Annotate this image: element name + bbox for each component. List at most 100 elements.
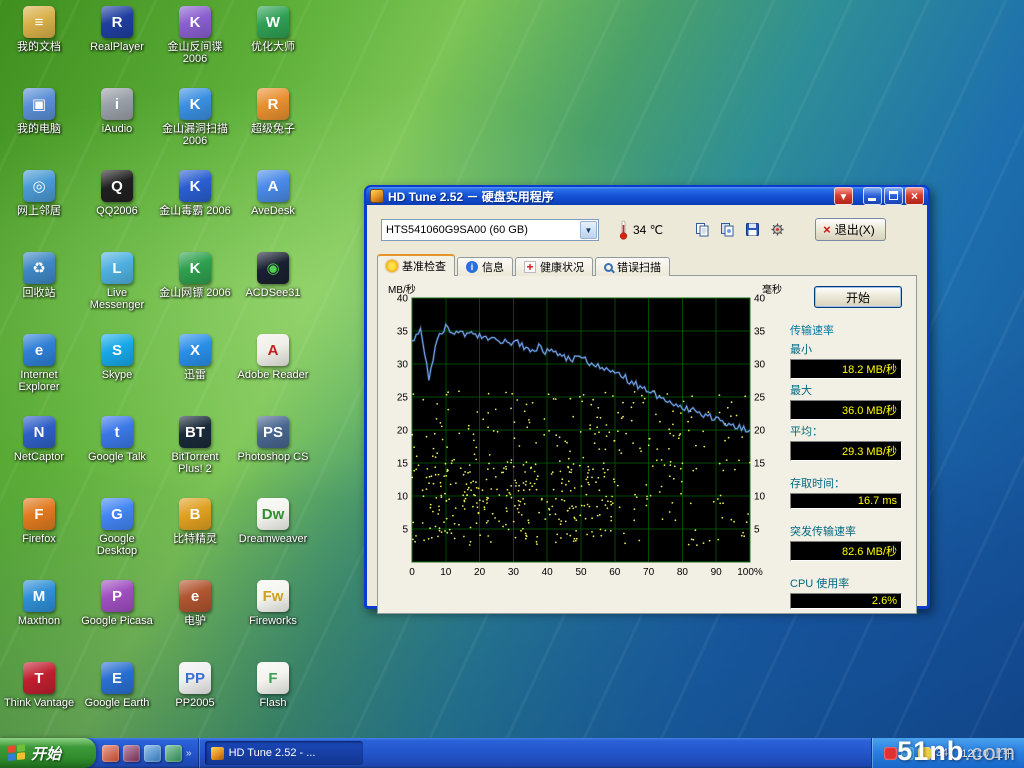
start-menu-button[interactable]: 开始 [0, 738, 96, 768]
quicklaunch-1-icon[interactable] [102, 745, 119, 762]
realplayer-icon: R [101, 6, 133, 38]
desktop-icon-fireworks[interactable]: FwFireworks [236, 580, 310, 627]
taskbar-task-hdtune[interactable]: HD Tune 2.52 - ... [205, 741, 363, 765]
drive-select[interactable]: HTS541060G9SA00 (60 GB) ▼ [381, 219, 599, 241]
desktop-icon-qq2006[interactable]: QQQ2006 [80, 170, 154, 217]
desktop-icon-google-talk[interactable]: t Google Talk [80, 416, 154, 463]
desktop-icon-firefox[interactable]: FFirefox [2, 498, 76, 545]
desktop-icon-avedesk[interactable]: AAveDesk [236, 170, 310, 217]
desktop-icon-youhua-dashi[interactable]: W优化大师 [236, 6, 310, 53]
svg-text:0: 0 [409, 567, 415, 578]
desktop-icon-bittorrent-plus[interactable]: BTBitTorrent Plus! 2 [158, 416, 232, 475]
tray-icon-1[interactable] [884, 747, 897, 760]
desktop-icon-pp2005[interactable]: PPPP2005 [158, 662, 232, 709]
exit-button[interactable]: × 退出(X) [815, 218, 886, 241]
tab-label: 信息 [482, 259, 504, 275]
desktop-icon-thunder[interactable]: X迅雷 [158, 334, 232, 381]
desktop-icon-label: Think Vantage [2, 697, 76, 709]
svg-text:15: 15 [754, 459, 766, 470]
desktop-icon-thinkvantage[interactable]: TThink Vantage [2, 662, 76, 709]
save-button[interactable] [741, 219, 764, 241]
tab-strip: 基准检查 信息健康状况错误扫描 [377, 254, 917, 276]
quick-launch-bar: » [96, 738, 199, 768]
desktop-icon-label: 金山毒霸 2006 [158, 205, 232, 217]
desktop-icon-kingsoft-antispy[interactable]: K 金山反间谍 2006 [158, 6, 232, 65]
desktop-icon-label: Adobe Reader [236, 369, 310, 381]
watermark-rest: .com [964, 740, 1016, 765]
desktop-icon-label: 网上邻居 [2, 205, 76, 217]
desktop-icon-my-documents[interactable]: ≡我的文档 [2, 6, 76, 53]
desktop-icon-dreamweaver[interactable]: Dw Dreamweaver [236, 498, 310, 545]
desktop-icon-kingsoft-netguard[interactable]: K金山网镖 2006 [158, 252, 232, 299]
tab-health[interactable]: 健康状况 [515, 257, 593, 276]
stat-label: 最小 [790, 341, 908, 357]
desktop-icon-bitspirit[interactable]: B比特精灵 [158, 498, 232, 545]
close-button[interactable] [905, 187, 924, 205]
quicklaunch-overflow-chevron[interactable]: » [186, 748, 192, 759]
tab-info[interactable]: 信息 [457, 257, 513, 276]
stat-label: 平均： [790, 423, 908, 439]
desktop-icon-label: 金山漏洞扫描 2006 [158, 123, 232, 147]
network-places-icon: ◎ [23, 170, 55, 202]
desktop-icon-label: BitTorrent Plus! 2 [158, 451, 232, 475]
desktop-icon-netcaptor[interactable]: NNetCaptor [2, 416, 76, 463]
stat-value: 36.0 MB/秒 [790, 400, 902, 420]
start-benchmark-button[interactable]: 开始 [814, 286, 902, 308]
desktop-icon-my-computer[interactable]: ▣我的电脑 [2, 88, 76, 135]
desktop-icon-label: Google Talk [80, 451, 154, 463]
youhua-dashi-icon: W [257, 6, 289, 38]
desktop-icon-super-rabbit[interactable]: R超级兔子 [236, 88, 310, 135]
desktop-icon-iaudio[interactable]: iiAudio [80, 88, 154, 135]
options-button[interactable] [766, 219, 789, 241]
desktop-icon-label: Dreamweaver [236, 533, 310, 545]
desktop-icon-kingsoft-vulnscan[interactable]: K金山漏洞扫描 2006 [158, 88, 232, 147]
tab-scan[interactable]: 错误扫描 [595, 257, 670, 276]
watermark-bold: 51nb [897, 736, 964, 766]
desktop-icon-flash[interactable]: FFlash [236, 662, 310, 709]
desktop-icon-label: NetCaptor [2, 451, 76, 463]
desktop-icon-acdsee31[interactable]: ◉ACDSee31 [236, 252, 310, 299]
desktop-icon-adobe-reader[interactable]: AAdobe Reader [236, 334, 310, 381]
svg-text:10: 10 [754, 492, 766, 503]
super-rabbit-icon: R [257, 88, 289, 120]
dreamweaver-icon: Dw [257, 498, 289, 530]
desktop-icon-photoshop-cs[interactable]: PSPhotoshop CS [236, 416, 310, 463]
quicklaunch-4-icon[interactable] [165, 745, 182, 762]
minimize-button[interactable] [863, 187, 882, 205]
svg-text:25: 25 [754, 393, 766, 404]
desktop-icon-skype[interactable]: SSkype [80, 334, 154, 381]
copy-image-button[interactable] [716, 219, 739, 241]
desktop-icon-maxthon[interactable]: MMaxthon [2, 580, 76, 627]
quicklaunch-3-icon[interactable] [144, 745, 161, 762]
desktop-icon-label: RealPlayer [80, 41, 154, 53]
desktop-icon-realplayer[interactable]: R RealPlayer [80, 6, 154, 53]
svg-text:20: 20 [397, 426, 409, 437]
desktop-icon-label: 金山反间谍 2006 [158, 41, 232, 65]
kingsoft-antispy-icon: K [179, 6, 211, 38]
desktop-icon-internet-explorer[interactable]: eInternet Explorer [2, 334, 76, 393]
stat-label: 存取时间： [790, 475, 908, 491]
svg-text:30: 30 [754, 360, 766, 371]
google-talk-icon: t [101, 416, 133, 448]
update-download-button[interactable] [834, 187, 853, 205]
titlebar[interactable]: HD Tune 2.52 － 硬盘实用程序 [366, 187, 928, 205]
copy-text-button[interactable] [691, 219, 714, 241]
desktop-icon-kingsoft-duba[interactable]: K金山毒霸 2006 [158, 170, 232, 217]
desktop-icon-recycle-bin[interactable]: ♻回收站 [2, 252, 76, 299]
desktop-icon-label: ACDSee31 [236, 287, 310, 299]
desktop-icon-google-desktop[interactable]: GGoogle Desktop [80, 498, 154, 557]
info-tab-icon [466, 261, 478, 273]
fireworks-icon: Fw [257, 580, 289, 612]
floppy-disk-icon [745, 222, 760, 237]
desktop-icon-live-messenger[interactable]: LLive Messenger [80, 252, 154, 311]
desktop-icon-emule[interactable]: e电驴 [158, 580, 232, 627]
quicklaunch-2-icon[interactable] [123, 745, 140, 762]
tab-label: 基准检查 [402, 258, 446, 274]
dropdown-arrow-icon[interactable]: ▼ [580, 221, 597, 239]
maximize-button[interactable] [884, 187, 903, 205]
hdtune-window: HD Tune 2.52 － 硬盘实用程序 HTS541060G9SA00 (6… [364, 185, 930, 609]
tab-benchmark[interactable]: 基准检查 [377, 254, 455, 276]
desktop-icon-google-earth[interactable]: EGoogle Earth [80, 662, 154, 709]
desktop-icon-network-places[interactable]: ◎ 网上邻居 [2, 170, 76, 217]
desktop-icon-google-picasa[interactable]: PGoogle Picasa [80, 580, 154, 627]
